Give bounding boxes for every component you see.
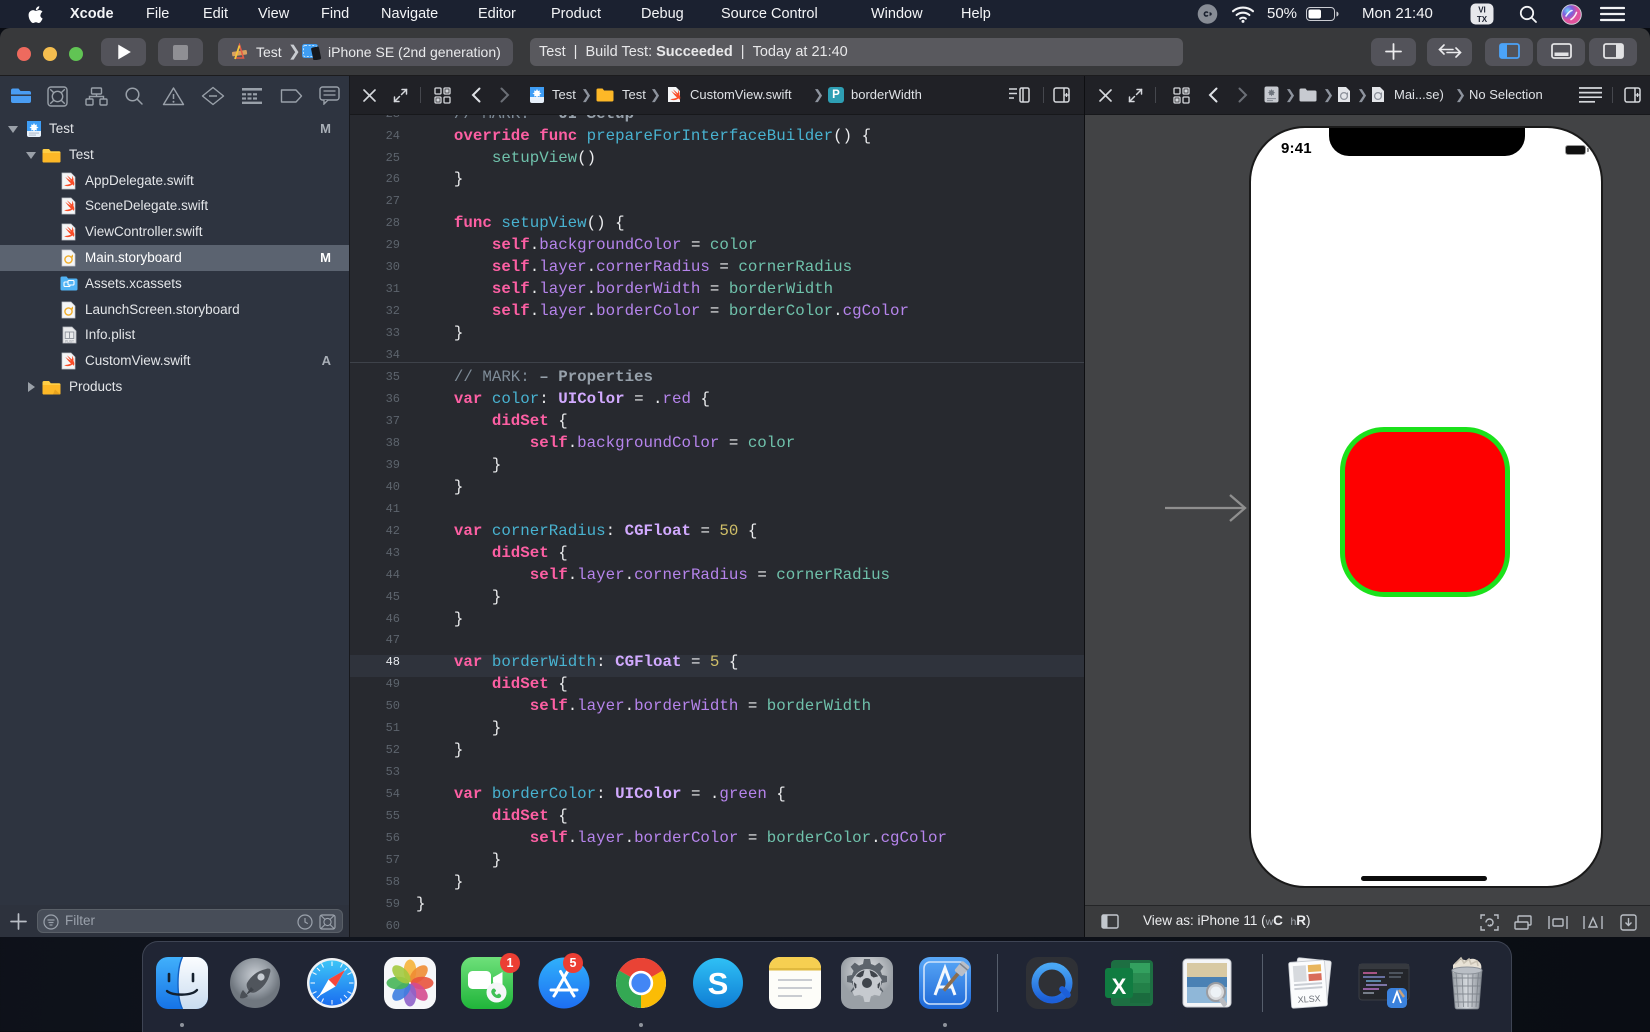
svg-text:PLIST: PLIST [65, 340, 74, 344]
svg-text:TX: TX [1477, 15, 1488, 24]
svg-text:S: S [708, 966, 729, 1001]
svg-text:X: X [1112, 974, 1127, 999]
svg-text:VI: VI [1478, 6, 1486, 15]
svg-text:XLSX: XLSX [1297, 993, 1321, 1005]
